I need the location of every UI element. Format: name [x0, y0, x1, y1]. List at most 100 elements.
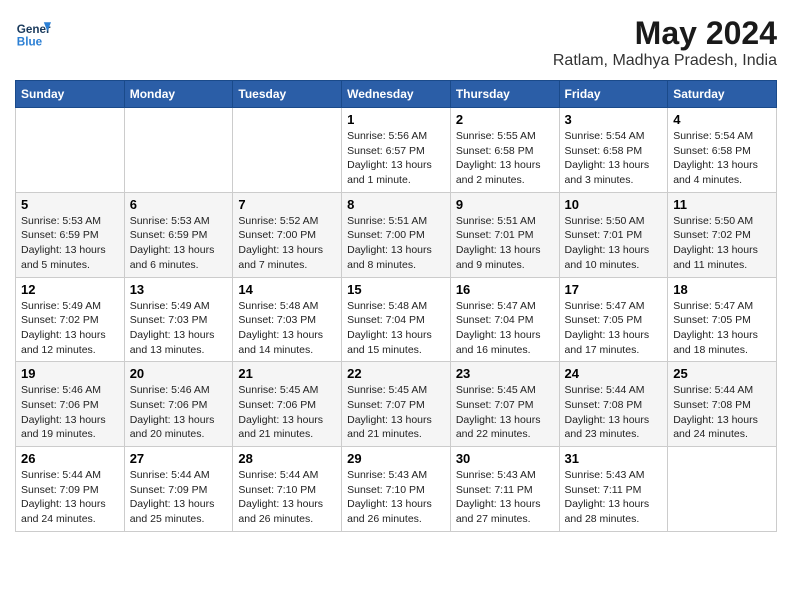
- table-row: [233, 108, 342, 193]
- page-header: General Blue May 2024 Ratlam, Madhya Pra…: [15, 15, 777, 70]
- calendar-week-row: 1 Sunrise: 5:56 AM Sunset: 6:57 PM Daylig…: [16, 108, 777, 193]
- table-row: 11 Sunrise: 5:50 AM Sunset: 7:02 PM Dayli…: [668, 192, 777, 277]
- col-saturday: Saturday: [668, 81, 777, 108]
- day-number: 1: [347, 112, 445, 127]
- day-info: Sunrise: 5:43 AM Sunset: 7:11 PM Dayligh…: [456, 468, 554, 527]
- day-number: 10: [565, 197, 663, 212]
- day-number: 11: [673, 197, 771, 212]
- day-info: Sunrise: 5:44 AM Sunset: 7:08 PM Dayligh…: [565, 383, 663, 442]
- day-info: Sunrise: 5:51 AM Sunset: 7:00 PM Dayligh…: [347, 214, 445, 273]
- day-info: Sunrise: 5:44 AM Sunset: 7:09 PM Dayligh…: [130, 468, 228, 527]
- calendar-header-row: Sunday Monday Tuesday Wednesday Thursday…: [16, 81, 777, 108]
- day-number: 29: [347, 451, 445, 466]
- day-number: 3: [565, 112, 663, 127]
- day-number: 14: [238, 282, 336, 297]
- table-row: 27 Sunrise: 5:44 AM Sunset: 7:09 PM Dayli…: [124, 447, 233, 532]
- table-row: 21 Sunrise: 5:45 AM Sunset: 7:06 PM Dayli…: [233, 362, 342, 447]
- table-row: 16Sunrise: 5:47 AM Sunset: 7:04 PM Dayli…: [450, 277, 559, 362]
- day-info: Sunrise: 5:48 AM Sunset: 7:03 PM Dayligh…: [238, 299, 336, 358]
- day-info: Sunrise: 5:55 AM Sunset: 6:58 PM Dayligh…: [456, 129, 554, 188]
- col-wednesday: Wednesday: [342, 81, 451, 108]
- day-info: Sunrise: 5:45 AM Sunset: 7:06 PM Dayligh…: [238, 383, 336, 442]
- day-info: Sunrise: 5:46 AM Sunset: 7:06 PM Dayligh…: [130, 383, 228, 442]
- day-number: 28: [238, 451, 336, 466]
- col-monday: Monday: [124, 81, 233, 108]
- col-thursday: Thursday: [450, 81, 559, 108]
- day-info: Sunrise: 5:56 AM Sunset: 6:57 PM Dayligh…: [347, 129, 445, 188]
- table-row: 20 Sunrise: 5:46 AM Sunset: 7:06 PM Dayli…: [124, 362, 233, 447]
- day-number: 6: [130, 197, 228, 212]
- day-info: Sunrise: 5:45 AM Sunset: 7:07 PM Dayligh…: [456, 383, 554, 442]
- day-info: Sunrise: 5:54 AM Sunset: 6:58 PM Dayligh…: [673, 129, 771, 188]
- day-number: 12: [21, 282, 119, 297]
- day-number: 26: [21, 451, 119, 466]
- logo-icon: General Blue: [15, 15, 51, 51]
- page-subtitle: Ratlam, Madhya Pradesh, India: [553, 52, 777, 70]
- table-row: 22 Sunrise: 5:45 AM Sunset: 7:07 PM Dayli…: [342, 362, 451, 447]
- table-row: 9Sunrise: 5:51 AM Sunset: 7:01 PM Daylig…: [450, 192, 559, 277]
- table-row: 4Sunrise: 5:54 AM Sunset: 6:58 PM Daylig…: [668, 108, 777, 193]
- title-section: May 2024 Ratlam, Madhya Pradesh, India: [553, 15, 777, 70]
- table-row: 13Sunrise: 5:49 AM Sunset: 7:03 PM Dayli…: [124, 277, 233, 362]
- col-tuesday: Tuesday: [233, 81, 342, 108]
- day-number: 21: [238, 366, 336, 381]
- table-row: 10 Sunrise: 5:50 AM Sunset: 7:01 PM Dayli…: [559, 192, 668, 277]
- day-info: Sunrise: 5:54 AM Sunset: 6:58 PM Dayligh…: [565, 129, 663, 188]
- svg-text:Blue: Blue: [17, 36, 43, 49]
- table-row: 5 Sunrise: 5:53 AM Sunset: 6:59 PM Daylig…: [16, 192, 125, 277]
- day-number: 27: [130, 451, 228, 466]
- calendar-week-row: 12 Sunrise: 5:49 AM Sunset: 7:02 PM Dayli…: [16, 277, 777, 362]
- calendar-table: Sunday Monday Tuesday Wednesday Thursday…: [15, 80, 777, 532]
- calendar-week-row: 5 Sunrise: 5:53 AM Sunset: 6:59 PM Daylig…: [16, 192, 777, 277]
- day-info: Sunrise: 5:43 AM Sunset: 7:10 PM Dayligh…: [347, 468, 445, 527]
- table-row: 25Sunrise: 5:44 AM Sunset: 7:08 PM Dayli…: [668, 362, 777, 447]
- day-info: Sunrise: 5:43 AM Sunset: 7:11 PM Dayligh…: [565, 468, 663, 527]
- day-info: Sunrise: 5:49 AM Sunset: 7:02 PM Dayligh…: [21, 299, 119, 358]
- table-row: 18Sunrise: 5:47 AM Sunset: 7:05 PM Dayli…: [668, 277, 777, 362]
- day-info: Sunrise: 5:46 AM Sunset: 7:06 PM Dayligh…: [21, 383, 119, 442]
- day-number: 22: [347, 366, 445, 381]
- table-row: 30 Sunrise: 5:43 AM Sunset: 7:11 PM Dayli…: [450, 447, 559, 532]
- page-title: May 2024: [553, 15, 777, 52]
- day-number: 24: [565, 366, 663, 381]
- calendar-week-row: 19 Sunrise: 5:46 AM Sunset: 7:06 PM Dayli…: [16, 362, 777, 447]
- day-info: Sunrise: 5:44 AM Sunset: 7:08 PM Dayligh…: [673, 383, 771, 442]
- table-row: [16, 108, 125, 193]
- day-number: 2: [456, 112, 554, 127]
- day-number: 16: [456, 282, 554, 297]
- table-row: 19 Sunrise: 5:46 AM Sunset: 7:06 PM Dayli…: [16, 362, 125, 447]
- day-info: Sunrise: 5:53 AM Sunset: 6:59 PM Dayligh…: [21, 214, 119, 273]
- day-info: Sunrise: 5:50 AM Sunset: 7:02 PM Dayligh…: [673, 214, 771, 273]
- day-info: Sunrise: 5:44 AM Sunset: 7:09 PM Dayligh…: [21, 468, 119, 527]
- table-row: 23 Sunrise: 5:45 AM Sunset: 7:07 PM Dayli…: [450, 362, 559, 447]
- table-row: 8 Sunrise: 5:51 AM Sunset: 7:00 PM Daylig…: [342, 192, 451, 277]
- col-friday: Friday: [559, 81, 668, 108]
- table-row: 7 Sunrise: 5:52 AM Sunset: 7:00 PM Daylig…: [233, 192, 342, 277]
- day-number: 13: [130, 282, 228, 297]
- day-number: 31: [565, 451, 663, 466]
- table-row: 31 Sunrise: 5:43 AM Sunset: 7:11 PM Dayli…: [559, 447, 668, 532]
- logo: General Blue: [15, 15, 51, 51]
- table-row: 24 Sunrise: 5:44 AM Sunset: 7:08 PM Dayli…: [559, 362, 668, 447]
- day-number: 19: [21, 366, 119, 381]
- table-row: 15Sunrise: 5:48 AM Sunset: 7:04 PM Dayli…: [342, 277, 451, 362]
- day-number: 5: [21, 197, 119, 212]
- day-number: 23: [456, 366, 554, 381]
- day-number: 7: [238, 197, 336, 212]
- day-info: Sunrise: 5:48 AM Sunset: 7:04 PM Dayligh…: [347, 299, 445, 358]
- col-sunday: Sunday: [16, 81, 125, 108]
- day-info: Sunrise: 5:47 AM Sunset: 7:05 PM Dayligh…: [673, 299, 771, 358]
- day-info: Sunrise: 5:52 AM Sunset: 7:00 PM Dayligh…: [238, 214, 336, 273]
- day-number: 8: [347, 197, 445, 212]
- table-row: 3 Sunrise: 5:54 AM Sunset: 6:58 PM Daylig…: [559, 108, 668, 193]
- calendar-week-row: 26 Sunrise: 5:44 AM Sunset: 7:09 PM Dayli…: [16, 447, 777, 532]
- day-info: Sunrise: 5:45 AM Sunset: 7:07 PM Dayligh…: [347, 383, 445, 442]
- day-info: Sunrise: 5:51 AM Sunset: 7:01 PM Dayligh…: [456, 214, 554, 273]
- day-info: Sunrise: 5:47 AM Sunset: 7:05 PM Dayligh…: [565, 299, 663, 358]
- table-row: 6Sunrise: 5:53 AM Sunset: 6:59 PM Daylig…: [124, 192, 233, 277]
- day-number: 30: [456, 451, 554, 466]
- table-row: 28Sunrise: 5:44 AM Sunset: 7:10 PM Dayli…: [233, 447, 342, 532]
- table-row: 14 Sunrise: 5:48 AM Sunset: 7:03 PM Dayli…: [233, 277, 342, 362]
- day-info: Sunrise: 5:50 AM Sunset: 7:01 PM Dayligh…: [565, 214, 663, 273]
- day-number: 20: [130, 366, 228, 381]
